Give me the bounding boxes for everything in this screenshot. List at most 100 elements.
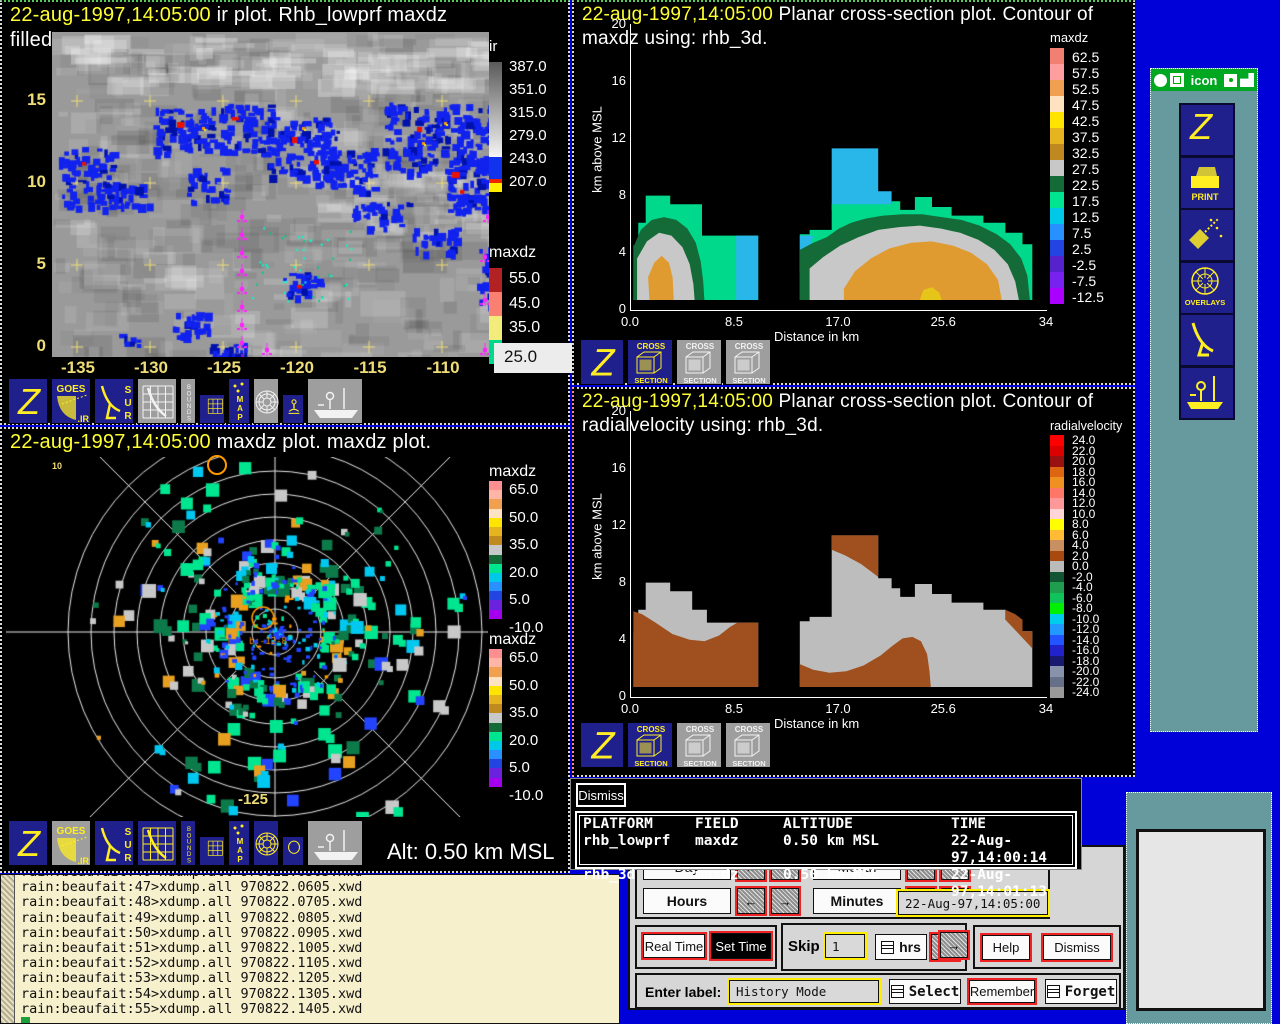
colorbar-title: radialvelocity: [1050, 419, 1122, 433]
select-button[interactable]: Select: [889, 979, 961, 1004]
toolbar-button-xsec[interactable]: CROSSSECTION: [676, 722, 722, 768]
label-group: Enter label: History Mode Select Remembe…: [635, 973, 1121, 1009]
svg-text:PRINT: PRINT: [1192, 192, 1220, 202]
toolbar-button-xsec[interactable]: CROSSSECTION: [676, 339, 722, 385]
window-dot-icon[interactable]: [1224, 74, 1237, 87]
colorbar-segment: [489, 490, 502, 499]
toolbar-button-goes[interactable]: GOES.IR: [51, 378, 91, 424]
toolbar-button-xsec[interactable]: CROSSSECTION: [725, 722, 771, 768]
svg-text:SECTION: SECTION: [732, 376, 765, 385]
xsec-maxdz-plot[interactable]: [630, 24, 1047, 311]
toolbar-button-xsec[interactable]: CROSSSECTION: [627, 722, 673, 768]
x-tick-label: 8.5: [716, 701, 752, 716]
toolbar-button-bounds[interactable]: BOUNDS: [180, 820, 196, 866]
colorbar-segment: [489, 600, 502, 609]
xterm-scrollbar[interactable]: [1, 875, 15, 1023]
toolbar-button-z[interactable]: Z: [580, 339, 624, 385]
colorbar-segment: [1050, 64, 1064, 80]
colorbar-segment: [489, 741, 502, 750]
real-time-button[interactable]: Real Time: [643, 934, 705, 958]
colorbar-segment: [1050, 477, 1064, 488]
icon-window-titlebar: icon: [1151, 69, 1257, 91]
icon-button-sat[interactable]: [1179, 208, 1235, 262]
x-tick-label: 17.0: [820, 701, 856, 716]
window-xsec-velocity: 22-aug-1997,14:05:00 Planar cross-sectio…: [572, 387, 1135, 777]
label-value-field[interactable]: History Mode: [729, 980, 879, 1003]
colorbar-segment: [489, 649, 502, 658]
table-header-cell: ALTITUDE: [783, 816, 951, 833]
xterm-text[interactable]: rain:beaufait:46>xdump.all 970822.0505.x…: [21, 874, 617, 1024]
colorbar-segment: [1050, 498, 1064, 509]
colorbar-ir: ir 387.0351.0315.0279.0243.0207.0: [489, 38, 575, 203]
set-time-button[interactable]: Set Time: [711, 933, 771, 959]
colorbar-segment: [1050, 240, 1064, 256]
toolbar-button-gridr[interactable]: [137, 378, 177, 424]
ppi-radar-display[interactable]: [6, 457, 488, 817]
platform-dismiss-button[interactable]: Dismiss: [576, 783, 626, 807]
skip-fwd-button[interactable]: →: [940, 932, 968, 958]
terminal-prompt-line[interactable]: [21, 1017, 617, 1024]
colorbar-tick-label: 2.5: [1072, 243, 1091, 256]
table-header-cell: FIELD: [695, 816, 783, 833]
toolbar-button-sur[interactable]: SUR: [94, 378, 134, 424]
icon-button-z[interactable]: Z: [1179, 103, 1235, 157]
forget-label: Forget: [1065, 984, 1116, 1000]
remember-button[interactable]: Remember: [969, 980, 1035, 1003]
grid2-icon: [200, 395, 226, 425]
toolbar-button-ship[interactable]: [307, 820, 363, 866]
table-cell: maxdz: [695, 867, 783, 901]
colorbar-tick-label: 5.0: [509, 761, 530, 774]
colorbar-tick-label: -12.5: [1072, 291, 1104, 304]
table-row[interactable]: rhb_lowprfmaxdz0.50 km MSL22-Aug-97,14:0…: [583, 833, 1101, 867]
toolbar-button-grid2[interactable]: [199, 394, 225, 424]
colorbar-segment: [489, 750, 502, 759]
colorbar-segment: [1050, 224, 1064, 240]
toolbar-button-z[interactable]: Z: [8, 820, 48, 866]
window-title: 22-aug-1997,14:05:00 Planar cross-sectio…: [582, 391, 1093, 413]
window-menu-icon[interactable]: [1154, 74, 1167, 87]
icon-button-print[interactable]: PRINT: [1179, 156, 1235, 210]
skip-units-button[interactable]: hrs: [875, 934, 927, 960]
icon-button-radar[interactable]: [1179, 313, 1235, 367]
toolbar-button-goes[interactable]: GOES.IR: [51, 820, 91, 866]
icon-button-ship2[interactable]: [1179, 366, 1235, 420]
toolbar-button-map[interactable]: MAP: [228, 378, 250, 424]
toolbar-button-sur[interactable]: SUR: [94, 820, 134, 866]
map-grid-label: 10: [52, 461, 62, 471]
table-row[interactable]: rhb_3dmaxdz0.50 km MSL22-Aug-97,14:01:13: [583, 867, 1101, 901]
icon-button-overlays[interactable]: OVERLAYS: [1179, 261, 1235, 315]
toolbar-button-map[interactable]: MAP: [228, 820, 250, 866]
toolbar-button-xsec[interactable]: CROSSSECTION: [627, 339, 673, 385]
toolbar-button-ship[interactable]: [307, 378, 363, 424]
skip-value-field[interactable]: 1: [825, 934, 865, 958]
x-tick-label: -125: [203, 358, 245, 378]
xsec-velocity-plot[interactable]: [630, 411, 1047, 698]
window-iconify-icon[interactable]: [1170, 73, 1184, 87]
forget-button[interactable]: Forget: [1045, 979, 1117, 1004]
colorbar-segment: [1050, 144, 1064, 160]
window-resize-icon[interactable]: [1240, 73, 1254, 87]
select-label: Select: [909, 984, 960, 1000]
print-icon: PRINT: [1181, 158, 1229, 204]
toolbar-button-z[interactable]: Z: [580, 722, 624, 768]
colorbar-tick-label: 35.0: [509, 706, 538, 719]
toolbar-button-xsec[interactable]: CROSSSECTION: [725, 339, 771, 385]
help-button[interactable]: Help: [982, 935, 1030, 960]
toolbar-button-rings[interactable]: [253, 378, 279, 424]
toolbar-button-rings[interactable]: [253, 820, 279, 866]
toolbar-button-grid2[interactable]: [199, 836, 225, 866]
svg-text:N: N: [187, 404, 191, 410]
toolbar-button-z[interactable]: Z: [8, 378, 48, 424]
y-tick-label: 0: [20, 336, 46, 356]
toolbar-button-circ[interactable]: [282, 836, 304, 866]
terminal-line: rain:beaufait:47>xdump.all 970822.0605.x…: [21, 880, 617, 895]
toolbar-button-buoy[interactable]: [282, 394, 304, 424]
dismiss-button[interactable]: Dismiss: [1043, 935, 1111, 960]
toolbar-button-gridr[interactable]: [137, 820, 177, 866]
overlays-icon: OVERLAYS: [1181, 263, 1229, 309]
colorbar-ppi-maxdz-2: maxdz 65.050.035.020.05.0-10.0: [489, 631, 575, 796]
svg-text:U: U: [187, 840, 191, 846]
toolbar-button-bounds[interactable]: BOUNDS: [180, 378, 196, 424]
svg-text:U: U: [187, 398, 191, 404]
satellite-ir-image[interactable]: [52, 32, 489, 357]
